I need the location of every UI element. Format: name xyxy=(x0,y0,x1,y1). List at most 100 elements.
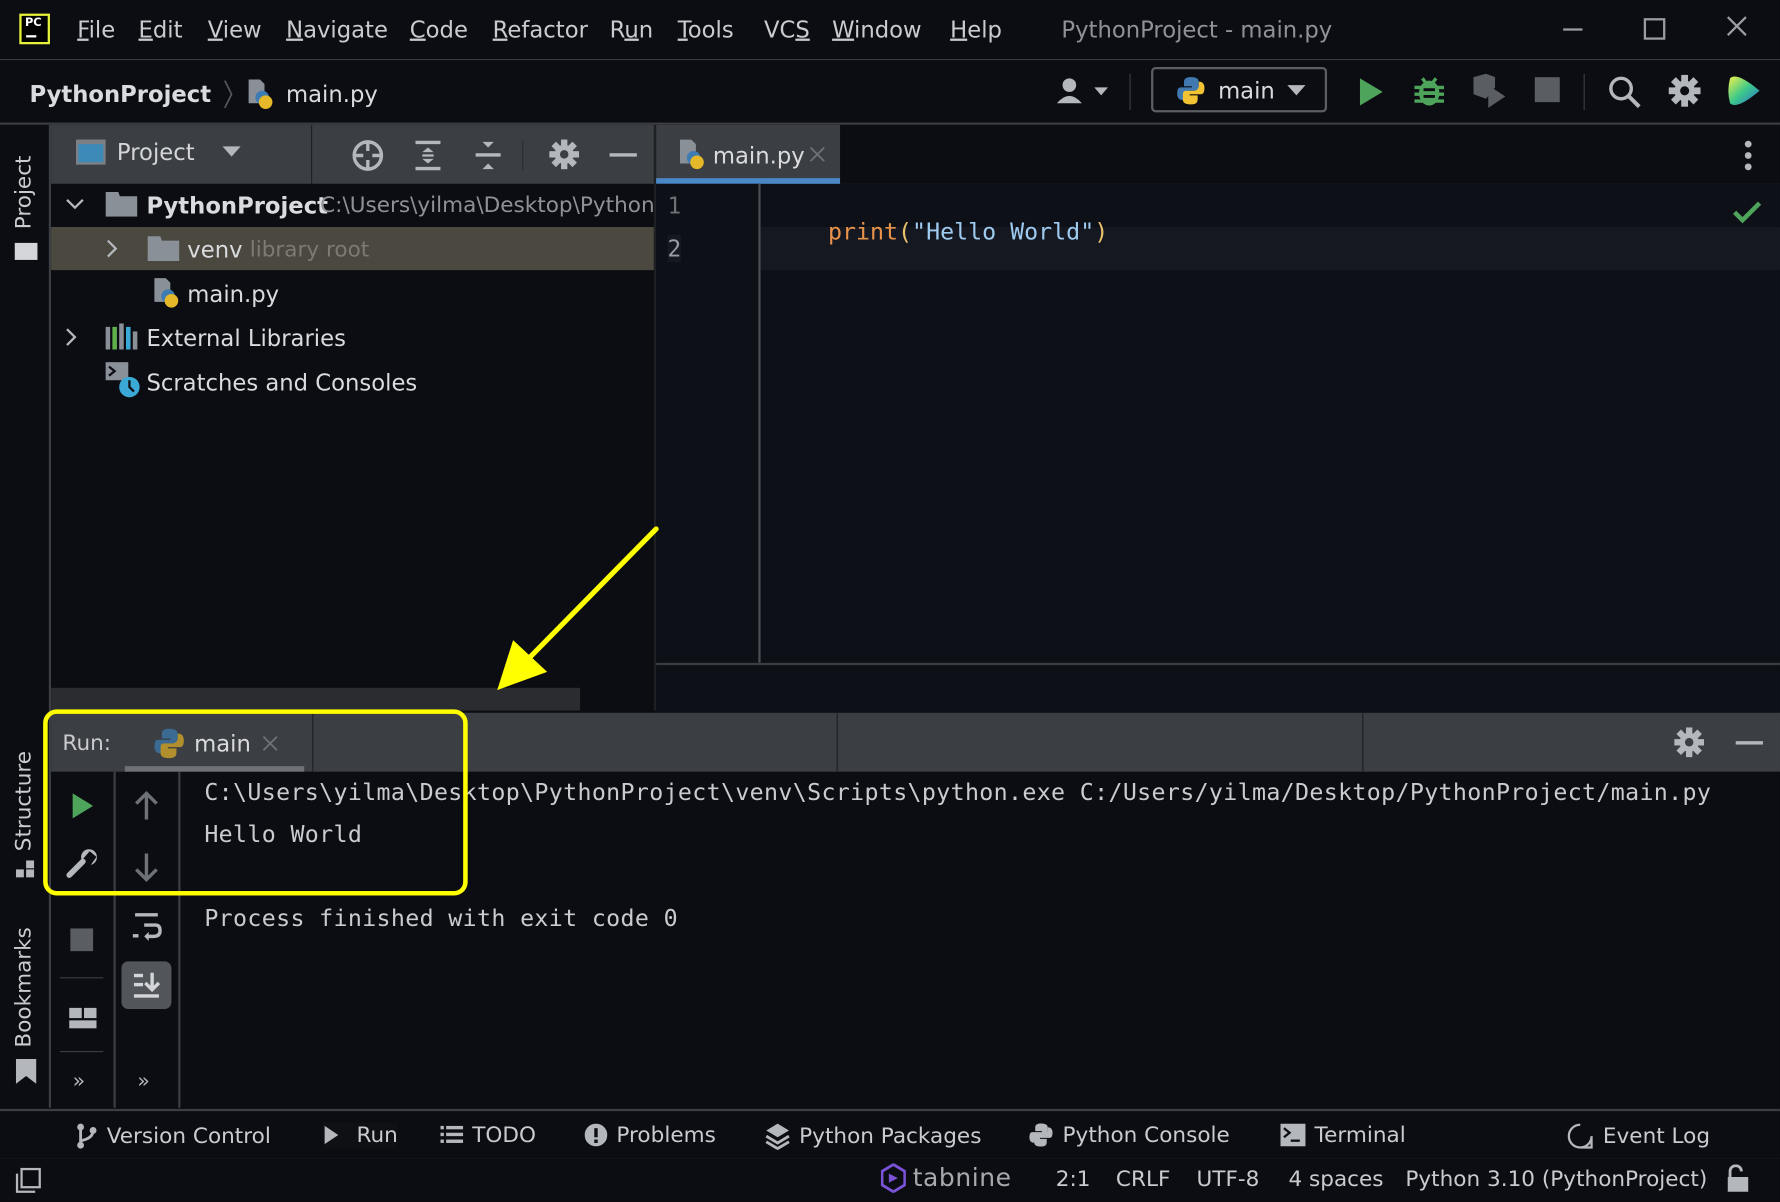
left-tool-stripe: Project Structure Bookmarks xyxy=(0,124,52,1108)
tool-todo[interactable]: TODO xyxy=(440,1123,536,1147)
soft-wrap-button[interactable] xyxy=(131,910,163,942)
run-configuration-select[interactable]: main xyxy=(1151,66,1328,113)
menu-navigate[interactable]: Navigate xyxy=(286,16,388,43)
window-title: PythonProject - main.py xyxy=(1061,15,1333,44)
chevron-right-icon[interactable] xyxy=(106,238,120,258)
collapse-all-button[interactable] xyxy=(472,138,504,172)
tool-window-structure[interactable]: Structure xyxy=(7,749,43,885)
chevron-down-icon[interactable] xyxy=(65,197,85,211)
menu-edit-mnemonic: E xyxy=(138,15,153,44)
python-icon xyxy=(154,728,184,759)
menu-run[interactable]: Run xyxy=(610,16,654,43)
maximize-button[interactable] xyxy=(1637,11,1671,45)
tool-version-control[interactable]: Version Control xyxy=(75,1123,271,1150)
python-interpreter[interactable]: Python 3.10 (PythonProject) xyxy=(1405,1167,1707,1192)
project-options-button[interactable] xyxy=(548,138,580,170)
tool-window-bookmarks[interactable]: Bookmarks xyxy=(7,925,43,1090)
indent-settings[interactable]: 4 spaces xyxy=(1288,1167,1383,1192)
menu-refactor[interactable]: Refactor xyxy=(493,16,588,43)
caret-position[interactable]: 2:1 xyxy=(1056,1167,1091,1192)
packages-icon xyxy=(765,1123,790,1150)
coverage-icon xyxy=(1473,73,1506,108)
editor-tab-main-py[interactable]: main.py xyxy=(656,124,841,184)
minimize-button[interactable] xyxy=(1555,11,1589,45)
read-only-toggle[interactable] xyxy=(1726,1164,1751,1195)
tree-item-project-root[interactable]: PythonProject C:\Users\yilma\Desktop\Pyt… xyxy=(51,184,654,227)
tool-problems[interactable]: Problems xyxy=(584,1122,716,1148)
more-actions-button[interactable]: » xyxy=(73,1069,86,1093)
rerun-button[interactable] xyxy=(67,790,99,822)
menu-window[interactable]: Window xyxy=(832,16,922,43)
stop-button[interactable] xyxy=(70,928,95,953)
stop-button[interactable] xyxy=(1534,77,1562,104)
file-encoding[interactable]: UTF-8 xyxy=(1197,1167,1260,1192)
previous-occurrence-button[interactable] xyxy=(132,790,162,822)
expand-all-button[interactable] xyxy=(412,138,444,172)
menu-code[interactable]: Code xyxy=(410,16,468,43)
tool-terminal[interactable]: Terminal xyxy=(1280,1123,1406,1147)
tree-item-scratches[interactable]: Scratches and Consoles xyxy=(51,360,654,403)
chevron-down-icon xyxy=(222,146,242,157)
tree-item-main-py[interactable]: main.py xyxy=(51,271,654,314)
menu-help[interactable]: Help xyxy=(950,16,1002,43)
tool-python-packages[interactable]: Python Packages xyxy=(765,1123,981,1150)
toolbar-separator xyxy=(60,977,104,979)
menu-vcs[interactable]: VCS xyxy=(764,16,810,43)
tool-run[interactable]: Run xyxy=(322,1122,398,1148)
close-tab-icon[interactable] xyxy=(261,734,279,752)
select-opened-file-button[interactable] xyxy=(351,138,385,172)
breadcrumb-project[interactable]: PythonProject xyxy=(30,81,212,108)
gear-icon xyxy=(549,139,580,170)
tree-item-external-libraries[interactable]: External Libraries xyxy=(51,316,654,359)
close-tab-icon[interactable] xyxy=(808,145,826,163)
menu-window-mnemonic: W xyxy=(832,15,855,44)
run-icon xyxy=(72,793,94,819)
tool-python-console[interactable]: Python Console xyxy=(1028,1123,1230,1147)
toggle-tool-windows-button[interactable] xyxy=(14,1166,44,1196)
hide-run-panel-button[interactable] xyxy=(1733,729,1765,756)
hide-panel-button[interactable] xyxy=(607,141,639,168)
console-output-line: C:\Users\yilma\Desktop\PythonProject\ven… xyxy=(204,778,1712,806)
run-button[interactable] xyxy=(1354,74,1388,110)
project-view-selector[interactable]: Project xyxy=(76,138,242,166)
scroll-to-end-button[interactable] xyxy=(121,961,172,1010)
breadcrumb-file[interactable]: main.py xyxy=(286,81,378,108)
code-with-me-button[interactable] xyxy=(1726,72,1762,111)
menu-view[interactable]: View xyxy=(208,16,262,43)
run-toolbar-primary: » xyxy=(51,771,116,1108)
minimize-icon xyxy=(1735,741,1763,745)
menu-code-mnemonic: C xyxy=(409,15,426,44)
menu-tools[interactable]: Tools xyxy=(678,16,734,43)
menu-navigate-mnemonic: N xyxy=(286,15,304,44)
run-tab-main[interactable]: main xyxy=(124,713,305,772)
vcs-user-button[interactable] xyxy=(1053,75,1112,107)
tabnine-status[interactable]: tabnine xyxy=(880,1163,1012,1193)
title-bar: PC File Edit View Navigate Code Refactor… xyxy=(0,0,1780,61)
editor-tabs-menu-button[interactable] xyxy=(1737,138,1760,172)
pycharm-logo-icon[interactable]: PC xyxy=(19,13,50,45)
chevron-right-icon[interactable] xyxy=(65,327,79,347)
menu-file[interactable]: File xyxy=(77,16,115,43)
run-with-coverage-button[interactable] xyxy=(1470,72,1509,111)
more-actions-button[interactable]: » xyxy=(137,1069,150,1093)
search-everywhere-button[interactable] xyxy=(1606,74,1642,110)
close-window-button[interactable] xyxy=(1720,11,1754,45)
settings-button[interactable] xyxy=(1668,74,1702,108)
tool-event-log[interactable]: Event Log xyxy=(1567,1123,1710,1150)
menu-vcs-mnemonic: S xyxy=(795,15,810,44)
tree-item-path: C:\Users\yilma\Desktop\Python xyxy=(320,192,654,218)
tree-item-venv[interactable]: venv library root xyxy=(51,227,654,271)
debug-button[interactable] xyxy=(1411,72,1447,111)
tool-window-project[interactable]: Project xyxy=(7,136,43,261)
next-occurrence-button[interactable] xyxy=(132,851,162,883)
line-separator[interactable]: CRLF xyxy=(1116,1167,1170,1192)
restore-layout-button[interactable] xyxy=(67,1006,99,1031)
edit-configuration-button[interactable] xyxy=(66,847,100,881)
menu-edit[interactable]: Edit xyxy=(138,16,182,43)
inspection-status[interactable] xyxy=(1732,200,1762,225)
python-file-icon xyxy=(245,78,275,110)
code-string: "Hello World" xyxy=(912,217,1095,246)
run-options-button[interactable] xyxy=(1673,726,1705,758)
tool-window-project-label: Project xyxy=(11,155,37,230)
tool-label: Problems xyxy=(616,1122,716,1148)
